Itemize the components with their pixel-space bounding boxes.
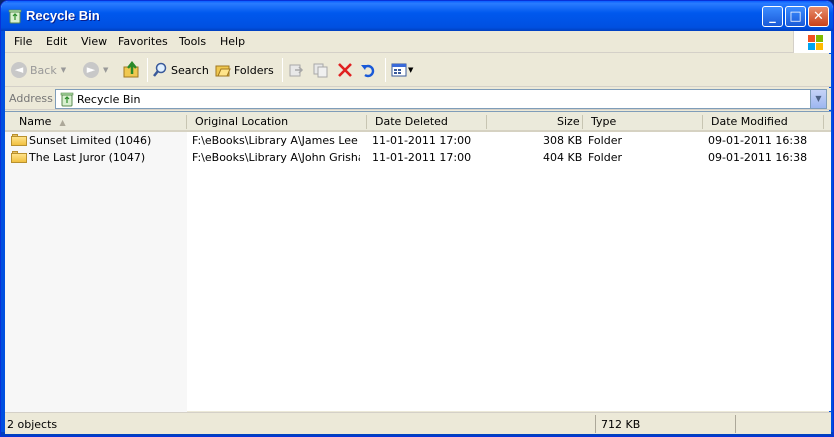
table-row[interactable]: Sunset Limited (1046) F:\eBooks\Library …: [5, 132, 831, 149]
sorted-column-highlight: [5, 132, 187, 412]
cell-date-modified: 09-01-2011 16:38: [708, 134, 808, 147]
status-divider: [735, 415, 736, 433]
table-row[interactable]: The Last Juror (1047) F:\eBooks\Library …: [5, 149, 831, 166]
maximize-button[interactable]: □: [785, 6, 806, 27]
folder-icon: [11, 134, 27, 146]
status-divider: [595, 415, 596, 433]
column-header-name[interactable]: Name ▲: [19, 115, 66, 128]
column-header-date-modified[interactable]: Date Modified: [711, 115, 788, 128]
windows-logo-icon: [793, 31, 831, 53]
search-label: Search: [171, 63, 209, 77]
cell-date-deleted: 11-01-2011 17:00: [372, 151, 472, 164]
column-divider[interactable]: [823, 115, 824, 129]
forward-icon: ►: [83, 62, 99, 78]
menu-bar: File Edit View Favorites Tools Help: [5, 31, 831, 53]
back-button[interactable]: ◄ Back ▼: [11, 58, 66, 82]
back-icon: ◄: [11, 62, 27, 78]
cell-original-location: F:\eBooks\Library A\James Lee ...: [192, 134, 360, 147]
menu-tools[interactable]: Tools: [179, 35, 206, 48]
address-value: Recycle Bin: [77, 93, 141, 106]
move-to-icon: [289, 64, 304, 77]
file-list-view[interactable]: Name ▲ Original Location Date Deleted Siz…: [5, 111, 831, 412]
toolbar: ◄ Back ▼ ► ▼ Search Folders ▼: [5, 54, 831, 87]
column-divider[interactable]: [366, 115, 367, 129]
close-button[interactable]: ✕: [808, 6, 829, 27]
folders-label: Folders: [234, 63, 274, 77]
address-field[interactable]: Recycle Bin ▼: [55, 89, 827, 109]
column-header-date-deleted[interactable]: Date Deleted: [375, 115, 448, 128]
status-object-count: 2 objects: [7, 418, 58, 431]
folders-button[interactable]: Folders: [215, 58, 274, 82]
views-dropdown-icon[interactable]: ▼: [408, 66, 413, 74]
delete-button[interactable]: [337, 58, 353, 82]
status-total-size: 712 KB: [601, 418, 641, 431]
minimize-button[interactable]: _: [762, 6, 783, 27]
menu-edit[interactable]: Edit: [46, 35, 67, 48]
search-button[interactable]: Search: [152, 58, 209, 82]
column-header-type[interactable]: Type: [591, 115, 616, 128]
cell-type: Folder: [588, 134, 622, 147]
column-header-row: Name ▲ Original Location Date Deleted Siz…: [5, 112, 831, 132]
toolbar-separator: [282, 58, 283, 82]
status-bar: 2 objects 712 KB: [5, 412, 831, 434]
back-dropdown-icon[interactable]: ▼: [61, 66, 66, 74]
cell-original-location: F:\eBooks\Library A\John Grisham: [192, 151, 360, 164]
views-icon: [391, 63, 407, 77]
address-bar: Address Recycle Bin ▼: [5, 88, 831, 110]
cell-name: Sunset Limited (1046): [29, 134, 152, 147]
recycle-bin-icon: [60, 92, 74, 107]
cell-size: 308 KB: [543, 134, 583, 147]
delete-icon: [338, 63, 352, 77]
window-title: Recycle Bin: [26, 8, 100, 23]
column-header-size[interactable]: Size: [557, 115, 580, 128]
column-divider[interactable]: [186, 115, 187, 129]
menu-favorites[interactable]: Favorites: [118, 35, 168, 48]
undo-icon: [361, 64, 375, 78]
copy-to-button[interactable]: [313, 58, 329, 82]
forward-button[interactable]: ► ▼: [83, 58, 108, 82]
toolbar-separator: [147, 58, 148, 82]
column-divider[interactable]: [486, 115, 487, 129]
folder-icon: [11, 151, 27, 163]
column-divider[interactable]: [582, 115, 583, 129]
sort-ascending-icon: ▲: [59, 118, 66, 127]
up-folder-icon: [123, 61, 139, 78]
address-dropdown-icon[interactable]: ▼: [810, 90, 826, 108]
up-folder-button[interactable]: [123, 58, 141, 82]
folders-icon: [215, 65, 231, 77]
forward-dropdown-icon[interactable]: ▼: [103, 66, 108, 74]
search-icon: [153, 62, 167, 77]
menu-view[interactable]: View: [81, 35, 107, 48]
back-label: Back: [30, 63, 57, 77]
recycle-bin-icon: [8, 9, 22, 24]
cell-size: 404 KB: [543, 151, 583, 164]
cell-name: The Last Juror (1047): [29, 151, 146, 164]
cell-type: Folder: [588, 151, 622, 164]
explorer-window: Recycle Bin _ □ ✕ File Edit View Favorit…: [0, 0, 834, 437]
cell-date-modified: 09-01-2011 16:38: [708, 151, 808, 164]
cell-date-deleted: 11-01-2011 17:00: [372, 134, 472, 147]
undo-button[interactable]: [360, 58, 376, 82]
move-to-button[interactable]: [288, 58, 304, 82]
menu-help[interactable]: Help: [220, 35, 245, 48]
column-header-original-location[interactable]: Original Location: [195, 115, 288, 128]
title-bar[interactable]: Recycle Bin _ □ ✕: [1, 1, 833, 31]
copy-to-icon: [313, 63, 328, 78]
views-button[interactable]: ▼: [391, 58, 413, 82]
column-divider[interactable]: [702, 115, 703, 129]
menu-file[interactable]: File: [14, 35, 32, 48]
toolbar-separator: [385, 58, 386, 82]
address-label: Address: [9, 92, 53, 105]
